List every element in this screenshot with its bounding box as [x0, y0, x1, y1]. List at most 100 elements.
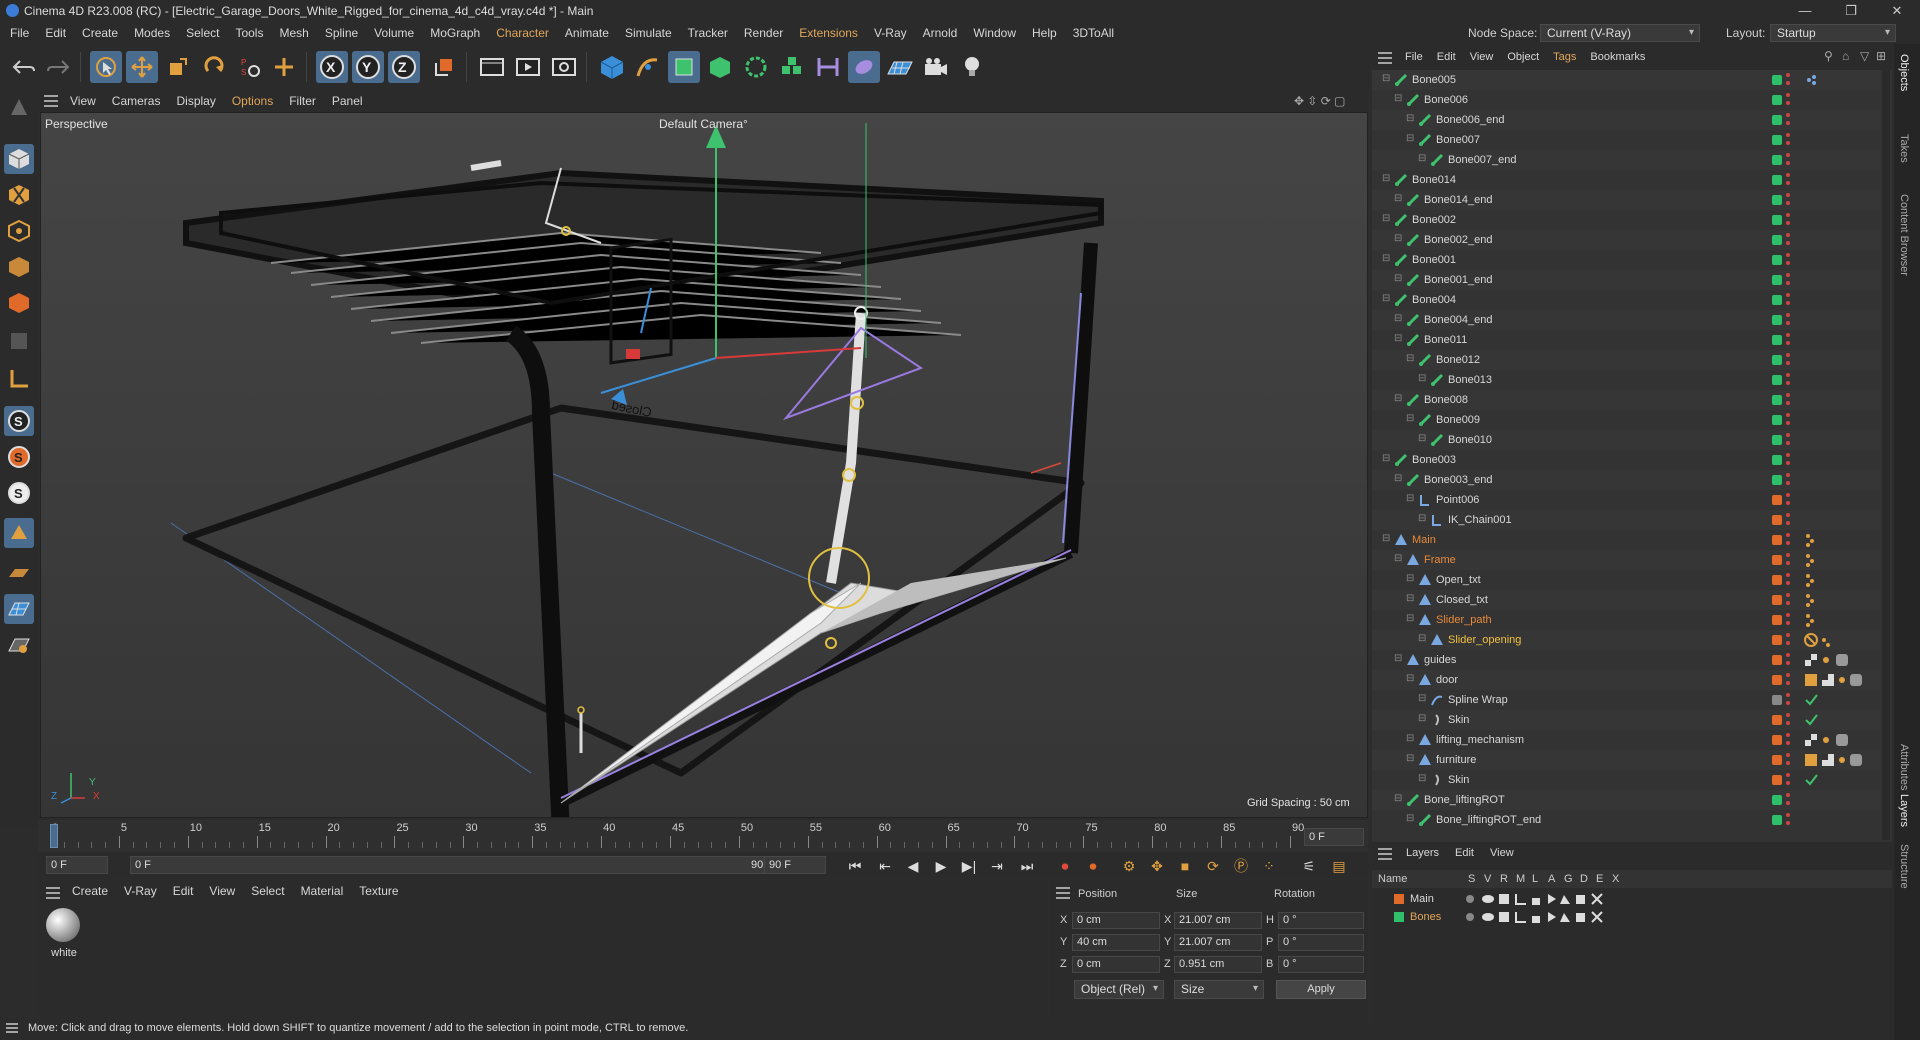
- viewport-menu-options[interactable]: Options: [224, 90, 281, 112]
- floor-icon[interactable]: [884, 51, 916, 83]
- render-visibility-dot[interactable]: [1786, 141, 1790, 145]
- object-row[interactable]: ⊟ Frame: [1372, 550, 1880, 570]
- side-tab-structure[interactable]: Structure: [1898, 844, 1910, 889]
- menu-file[interactable]: File: [2, 22, 37, 44]
- expand-toggle-icon[interactable]: ⊟: [1406, 413, 1414, 424]
- expand-toggle-icon[interactable]: ⊟: [1382, 253, 1390, 264]
- layer-color-swatch[interactable]: [1772, 595, 1782, 605]
- object-row[interactable]: ⊟ Closed_txt: [1372, 590, 1880, 610]
- expand-toggle-icon[interactable]: ⊟: [1394, 393, 1402, 404]
- end-frame-field[interactable]: 90 F: [764, 856, 826, 874]
- layer-color-swatch[interactable]: [1772, 195, 1782, 205]
- record-icon[interactable]: ⏺: [1054, 855, 1076, 877]
- rotation-p-field[interactable]: 0 °: [1278, 934, 1364, 951]
- rotation-h-field[interactable]: 0 °: [1278, 912, 1364, 929]
- expand-toggle-icon[interactable]: ⊟: [1418, 373, 1426, 384]
- search-icon[interactable]: ⚲: [1824, 49, 1833, 63]
- size-mode-dropdown[interactable]: Size: [1174, 980, 1264, 999]
- editor-visibility-dot[interactable]: [1786, 573, 1790, 577]
- layer-color-swatch[interactable]: [1772, 475, 1782, 485]
- editor-visibility-dot[interactable]: [1786, 453, 1790, 457]
- menu-character[interactable]: Character: [488, 22, 557, 44]
- layer-color-swatch[interactable]: [1772, 495, 1782, 505]
- layer-color-swatch[interactable]: [1772, 295, 1782, 305]
- menu-3dtoall[interactable]: 3DToAll: [1065, 22, 1122, 44]
- editor-visibility-dot[interactable]: [1786, 733, 1790, 737]
- expand-toggle-icon[interactable]: ⊟: [1418, 433, 1426, 444]
- expand-toggle-icon[interactable]: ⊟: [1418, 693, 1426, 704]
- object-row[interactable]: ⊟ Bone001_end: [1372, 270, 1880, 290]
- layer-color-swatch[interactable]: [1772, 635, 1782, 645]
- render-visibility-dot[interactable]: [1786, 381, 1790, 385]
- object-row[interactable]: ⊟ Bone013: [1372, 370, 1880, 390]
- menu-create[interactable]: Create: [74, 22, 126, 44]
- editor-visibility-dot[interactable]: [1786, 593, 1790, 597]
- material-menu-select[interactable]: Select: [243, 880, 292, 902]
- uv-mode-icon[interactable]: [4, 326, 34, 356]
- coords-menu-icon[interactable]: [1056, 887, 1070, 902]
- editor-visibility-dot[interactable]: [1786, 353, 1790, 357]
- render-visibility-dot[interactable]: [1786, 681, 1790, 685]
- layer-color-swatch[interactable]: [1772, 715, 1782, 725]
- editor-visibility-dot[interactable]: [1786, 333, 1790, 337]
- editor-visibility-dot[interactable]: [1786, 633, 1790, 637]
- render-visibility-dot[interactable]: [1786, 161, 1790, 165]
- expand-toggle-icon[interactable]: ⊟: [1418, 633, 1426, 644]
- size-x-field[interactable]: 21.007 cm: [1174, 912, 1262, 929]
- layer-color-swatch[interactable]: [1772, 335, 1782, 345]
- autokey-icon[interactable]: ⏺: [1082, 855, 1104, 877]
- expand-toggle-icon[interactable]: ⊟: [1394, 93, 1402, 104]
- expand-toggle-icon[interactable]: ⊟: [1394, 793, 1402, 804]
- layer-color-swatch[interactable]: [1772, 215, 1782, 225]
- layer-color-swatch[interactable]: [1772, 795, 1782, 805]
- viewport-menu-display[interactable]: Display: [168, 90, 223, 112]
- expand-toggle-icon[interactable]: ⊟: [1406, 573, 1414, 584]
- object-row[interactable]: ⊟ Bone004: [1372, 290, 1880, 310]
- render-visibility-dot[interactable]: [1786, 821, 1790, 825]
- layers-menu-view[interactable]: View: [1482, 842, 1522, 864]
- expand-toggle-icon[interactable]: ⊟: [1406, 753, 1414, 764]
- editor-visibility-dot[interactable]: [1786, 133, 1790, 137]
- tag-icons[interactable]: [1804, 773, 1864, 790]
- workplane-snap-icon[interactable]: S: [4, 478, 34, 508]
- object-row[interactable]: ⊟ Bone005: [1372, 70, 1880, 90]
- expand-toggle-icon[interactable]: ⊟: [1394, 313, 1402, 324]
- object-row[interactable]: ⊟ Bone004_end: [1372, 310, 1880, 330]
- step-forward-icon[interactable]: ▶|: [958, 855, 980, 877]
- render-picture-viewer-icon[interactable]: [512, 51, 544, 83]
- tag-icons[interactable]: [1804, 613, 1864, 630]
- object-row[interactable]: ⊟ Bone003: [1372, 450, 1880, 470]
- home-icon[interactable]: ⌂: [1842, 49, 1849, 63]
- expand-toggle-icon[interactable]: ⊟: [1382, 533, 1390, 544]
- menu-arnold[interactable]: Arnold: [915, 22, 966, 44]
- render-visibility-dot[interactable]: [1786, 721, 1790, 725]
- quantize-icon[interactable]: [4, 518, 34, 548]
- cube-icon[interactable]: [596, 51, 628, 83]
- object-row[interactable]: ⊟ Bone008: [1372, 390, 1880, 410]
- timeline-settings-icon[interactable]: ⚟: [1298, 855, 1320, 877]
- render-visibility-dot[interactable]: [1786, 461, 1790, 465]
- layer-color-swatch[interactable]: [1772, 815, 1782, 825]
- render-visibility-dot[interactable]: [1786, 581, 1790, 585]
- viewport-menu-filter[interactable]: Filter: [281, 90, 324, 112]
- expand-toggle-icon[interactable]: ⊟: [1394, 333, 1402, 344]
- object-row[interactable]: ⊟ Bone002_end: [1372, 230, 1880, 250]
- layers-menu-layers[interactable]: Layers: [1398, 842, 1447, 864]
- render-visibility-dot[interactable]: [1786, 261, 1790, 265]
- rotation-b-field[interactable]: 0 °: [1278, 956, 1364, 973]
- viewport-nav-icons[interactable]: ✥ ⇳ ⟳ ▢: [1294, 94, 1346, 108]
- tag-icons[interactable]: [1804, 713, 1864, 730]
- render-visibility-dot[interactable]: [1786, 281, 1790, 285]
- render-visibility-dot[interactable]: [1786, 801, 1790, 805]
- menu-extensions[interactable]: Extensions: [791, 22, 866, 44]
- x-axis-lock-icon[interactable]: X: [316, 51, 348, 83]
- keyframe-selection-icon[interactable]: ⚙: [1118, 855, 1140, 877]
- object-row[interactable]: ⊟ Bone_liftingROT_end: [1372, 810, 1880, 830]
- layer-color-swatch[interactable]: [1772, 755, 1782, 765]
- object-row[interactable]: ⊟ Bone_liftingROT: [1372, 790, 1880, 810]
- layer-toggle-icons[interactable]: [1464, 892, 1634, 909]
- deformer-icon[interactable]: [812, 51, 844, 83]
- model-mode-icon[interactable]: [4, 144, 34, 174]
- menu-simulate[interactable]: Simulate: [617, 22, 680, 44]
- redo-icon[interactable]: [42, 51, 74, 83]
